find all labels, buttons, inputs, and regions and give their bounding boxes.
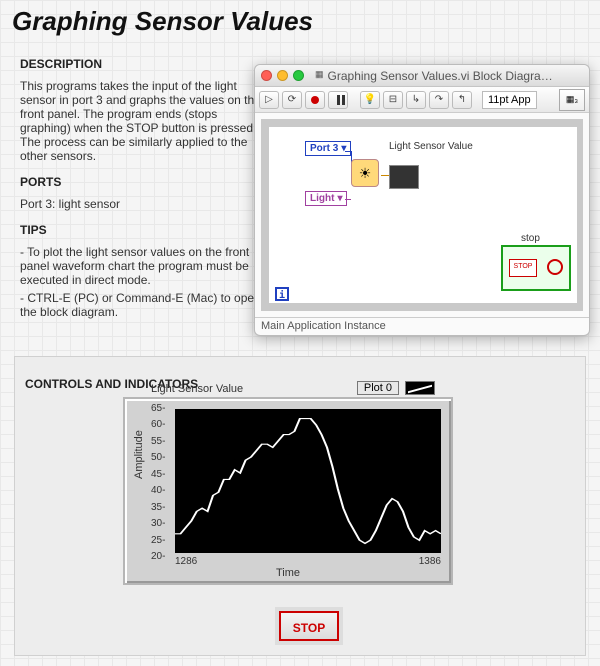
toolbar: ▷ ⟳ 💡 ⊟ ↳ ↷ ↰ 11pt App ▦₃ (255, 87, 589, 113)
pause-button[interactable] (328, 91, 348, 109)
highlight-button[interactable]: 💡 (360, 91, 380, 109)
run-button[interactable]: ▷ (259, 91, 279, 109)
page-title: Graphing Sensor Values (0, 0, 600, 39)
y-axis-label: Amplitude (133, 430, 145, 479)
abort-button[interactable] (305, 91, 325, 109)
retain-wire-button[interactable]: ⊟ (383, 91, 403, 109)
block-diagram-canvas[interactable]: Port 3 ☀ Light Light Sensor Value i stop… (261, 119, 583, 311)
step-over-button[interactable]: ↷ (429, 91, 449, 109)
stop-label: stop (521, 233, 540, 244)
y-tick: 50- (151, 452, 165, 463)
sensor-value-label: Light Sensor Value (389, 141, 473, 152)
y-tick: 60- (151, 419, 165, 430)
stop-terminal[interactable]: STOP (509, 259, 537, 277)
y-tick: 25- (151, 535, 165, 546)
zoom-icon[interactable] (293, 70, 304, 81)
description-text: This programs takes the input of the lig… (20, 79, 270, 163)
tips-2: - CTRL-E (PC) or Command-E (Mac) to open… (20, 291, 270, 319)
block-diagram-window[interactable]: ▦Graphing Sensor Values.vi Block Diagra…… (254, 64, 590, 336)
stop-button[interactable]: STOP (279, 611, 339, 641)
window-title: ▦Graphing Sensor Values.vi Block Diagra… (315, 69, 583, 83)
tips-1: - To plot the light sensor values on the… (20, 245, 270, 287)
iteration-terminal: i (275, 287, 289, 301)
chart-title: Light Sensor Value (151, 383, 243, 395)
y-tick: 20- (151, 551, 165, 562)
light-mode-selector[interactable]: Light (305, 191, 347, 206)
font-selector[interactable]: 11pt App (482, 91, 537, 109)
y-tick: 45- (151, 469, 165, 480)
step-out-button[interactable]: ↰ (452, 91, 472, 109)
run-continuous-button[interactable]: ⟳ (282, 91, 302, 109)
x-tick-min: 1286 (175, 556, 197, 567)
plot-area (175, 409, 441, 553)
x-tick-max: 1386 (419, 556, 441, 567)
controls-header: CONTROLS AND INDICATORS (15, 369, 585, 391)
stop-group: stop STOP (501, 245, 571, 291)
y-tick: 55- (151, 436, 165, 447)
y-tick: 30- (151, 518, 165, 529)
waveform-chart[interactable]: Amplitude 1286 1386 Time 20- 25- 30- 35- 40-… (123, 397, 453, 585)
close-icon[interactable] (261, 70, 272, 81)
step-into-button[interactable]: ↳ (406, 91, 426, 109)
vi-icon[interactable]: ▦₃ (559, 89, 585, 111)
ports-text: Port 3: light sensor (20, 197, 270, 211)
titlebar[interactable]: ▦Graphing Sensor Values.vi Block Diagra… (255, 65, 589, 87)
chart-legend[interactable]: Plot 0 (357, 381, 435, 395)
x-axis-label: Time (125, 567, 451, 579)
light-sensor-node[interactable]: ☀ (351, 159, 379, 187)
minimize-icon[interactable] (277, 70, 288, 81)
port-selector[interactable]: Port 3 (305, 141, 351, 156)
waveform-chart-terminal[interactable] (389, 165, 419, 189)
legend-entry[interactable]: Plot 0 (357, 381, 399, 395)
y-tick: 65- (151, 403, 165, 414)
controls-panel: CONTROLS AND INDICATORS Light Sensor Val… (14, 356, 586, 656)
y-tick: 40- (151, 485, 165, 496)
legend-swatch-icon[interactable] (405, 381, 435, 395)
loop-condition-terminal[interactable] (547, 259, 563, 275)
statusbar: Main Application Instance (255, 317, 589, 335)
y-tick: 35- (151, 502, 165, 513)
